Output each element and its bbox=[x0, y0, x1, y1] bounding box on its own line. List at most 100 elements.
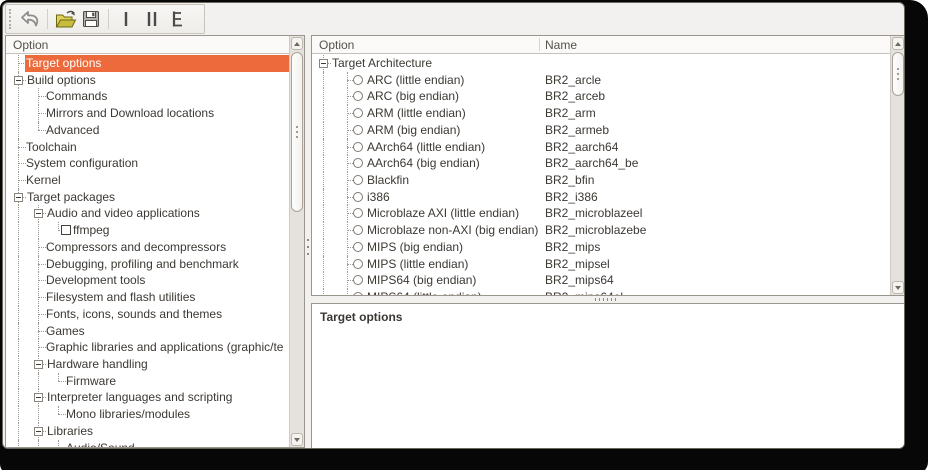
tree-row[interactable]: Toolchain bbox=[6, 139, 289, 156]
tree-row[interactable]: Libraries bbox=[6, 423, 289, 440]
tree-row[interactable]: Interpreter languages and scripting bbox=[6, 389, 289, 406]
tree-row[interactable]: MIPS (little endian)BR2_mipsel bbox=[312, 256, 890, 273]
radio-unselected[interactable] bbox=[353, 259, 363, 269]
collapse-minus-icon[interactable] bbox=[319, 59, 328, 68]
tree-row[interactable]: Firmware bbox=[6, 373, 289, 390]
tree-guide-line bbox=[18, 122, 19, 139]
tree-row[interactable]: i386BR2_i386 bbox=[312, 189, 890, 206]
collapse-minus-icon[interactable] bbox=[34, 393, 43, 402]
toolbar-drag-handle[interactable] bbox=[9, 9, 12, 29]
tree-row[interactable]: System configuration bbox=[6, 155, 289, 172]
save-button[interactable] bbox=[78, 6, 104, 32]
tree-row[interactable]: Audio and video applications bbox=[6, 205, 289, 222]
scroll-down-button[interactable] bbox=[291, 433, 303, 446]
collapse-minus-icon[interactable] bbox=[14, 76, 23, 85]
radio-unselected[interactable] bbox=[353, 292, 363, 295]
left-header-option: Option bbox=[13, 36, 48, 54]
tree-row[interactable]: ARC (big endian)BR2_arceb bbox=[312, 88, 890, 105]
split-view-button[interactable] bbox=[139, 6, 165, 32]
tree-row[interactable]: Target packages bbox=[6, 189, 289, 206]
radio-unselected[interactable] bbox=[353, 125, 363, 135]
collapse-minus-icon[interactable] bbox=[34, 209, 43, 218]
scroll-up-button[interactable] bbox=[892, 37, 904, 50]
open-file-button[interactable] bbox=[52, 6, 78, 32]
tree-guide-line bbox=[323, 122, 324, 139]
tree-guide-line bbox=[18, 222, 19, 239]
tree-row[interactable]: Commands bbox=[6, 88, 289, 105]
tree-row[interactable]: ffmpeg bbox=[6, 222, 289, 239]
tree-guide-line bbox=[323, 105, 324, 122]
up-arrow-icon bbox=[294, 42, 300, 46]
tree-row-label: Audio and video applications bbox=[47, 205, 200, 222]
scroll-down-button[interactable] bbox=[892, 281, 904, 294]
config-symbol-name: BR2_bfin bbox=[545, 172, 594, 189]
tree-row-label: ARM (little endian) bbox=[367, 105, 466, 122]
tree-guide-tick bbox=[38, 264, 46, 265]
left-vertical-scrollbar[interactable] bbox=[289, 36, 304, 447]
tree-row[interactable]: MIPS64 (big endian)BR2_mips64 bbox=[312, 272, 890, 289]
tree-row[interactable]: Debugging, profiling and benchmark bbox=[6, 256, 289, 273]
header-divider[interactable] bbox=[539, 38, 540, 51]
tree-row[interactable]: Mirrors and Download locations bbox=[6, 105, 289, 122]
radio-unselected[interactable] bbox=[353, 175, 363, 185]
checkbox-unchecked[interactable] bbox=[61, 225, 71, 235]
collapse-minus-icon[interactable] bbox=[14, 193, 23, 202]
tree-row[interactable]: Advanced bbox=[6, 122, 289, 139]
radio-unselected[interactable] bbox=[353, 225, 363, 235]
tree-guide-line bbox=[18, 272, 19, 289]
collapse-minus-icon[interactable] bbox=[34, 427, 43, 436]
tree-row[interactable]: Microblaze non-AXI (big endian)BR2_micro… bbox=[312, 222, 890, 239]
tree-row-label: Libraries bbox=[47, 423, 93, 440]
radio-unselected[interactable] bbox=[353, 91, 363, 101]
radio-unselected[interactable] bbox=[353, 275, 363, 285]
tree-row[interactable]: Target Architecture bbox=[312, 55, 890, 72]
toolbar-separator bbox=[108, 9, 109, 29]
tree-row[interactable]: Kernel bbox=[6, 172, 289, 189]
tree-row[interactable]: Target options bbox=[6, 55, 289, 72]
tree-guide-tick bbox=[38, 314, 46, 315]
config-symbol-name: BR2_arcle bbox=[545, 72, 601, 89]
tree-row[interactable]: MIPS64 (little endian)BR2_mips64el bbox=[312, 289, 890, 295]
tree-row[interactable]: Audio/Sound bbox=[6, 440, 289, 447]
tree-row[interactable]: BlackfinBR2_bfin bbox=[312, 172, 890, 189]
tree-row[interactable]: AArch64 (big endian)BR2_aarch64_be bbox=[312, 155, 890, 172]
tree-row[interactable]: Filesystem and flash utilities bbox=[6, 289, 289, 306]
tree-row[interactable]: ARC (little endian)BR2_arcle bbox=[312, 72, 890, 89]
tree-row[interactable]: Development tools bbox=[6, 272, 289, 289]
right-scrollbar-thumb[interactable] bbox=[892, 52, 904, 96]
right-vertical-scrollbar[interactable] bbox=[890, 36, 905, 295]
tree-guide-line bbox=[323, 222, 324, 239]
tree-row[interactable]: Build options bbox=[6, 72, 289, 89]
tree-row[interactable]: Games bbox=[6, 323, 289, 340]
tree-row[interactable]: Hardware handling bbox=[6, 356, 289, 373]
radio-unselected[interactable] bbox=[353, 208, 363, 218]
collapse-minus-icon[interactable] bbox=[34, 360, 43, 369]
tree-row[interactable]: Graphic libraries and applications (grap… bbox=[6, 339, 289, 356]
full-view-button[interactable] bbox=[165, 6, 191, 32]
tree-row[interactable]: Mono libraries/modules bbox=[6, 406, 289, 423]
options-tree-panel: Option Target optionsBuild optionsComman… bbox=[5, 35, 305, 448]
config-symbol-name: BR2_mips64 bbox=[545, 272, 614, 289]
toolbar-separator bbox=[47, 9, 48, 29]
radio-unselected[interactable] bbox=[353, 242, 363, 252]
undo-button[interactable] bbox=[17, 6, 43, 32]
single-view-button[interactable] bbox=[113, 6, 139, 32]
horizontal-splitter[interactable] bbox=[311, 296, 905, 303]
tree-row-label: Build options bbox=[27, 72, 96, 89]
tree-row-label: Mirrors and Download locations bbox=[46, 105, 214, 122]
tree-row[interactable]: Fonts, icons, sounds and themes bbox=[6, 306, 289, 323]
tree-row[interactable]: ARM (little endian)BR2_arm bbox=[312, 105, 890, 122]
radio-unselected[interactable] bbox=[353, 108, 363, 118]
tree-row[interactable]: Microblaze AXI (little endian)BR2_microb… bbox=[312, 205, 890, 222]
tree-row[interactable]: MIPS (big endian)BR2_mips bbox=[312, 239, 890, 256]
radio-unselected[interactable] bbox=[353, 75, 363, 85]
radio-unselected[interactable] bbox=[353, 142, 363, 152]
scroll-up-button[interactable] bbox=[291, 37, 303, 50]
tree-guide-line bbox=[323, 289, 324, 295]
tree-row[interactable]: ARM (big endian)BR2_armeb bbox=[312, 122, 890, 139]
radio-unselected[interactable] bbox=[353, 158, 363, 168]
radio-unselected[interactable] bbox=[353, 192, 363, 202]
tree-row[interactable]: AArch64 (little endian)BR2_aarch64 bbox=[312, 139, 890, 156]
left-scrollbar-thumb[interactable] bbox=[291, 52, 303, 212]
tree-row[interactable]: Compressors and decompressors bbox=[6, 239, 289, 256]
